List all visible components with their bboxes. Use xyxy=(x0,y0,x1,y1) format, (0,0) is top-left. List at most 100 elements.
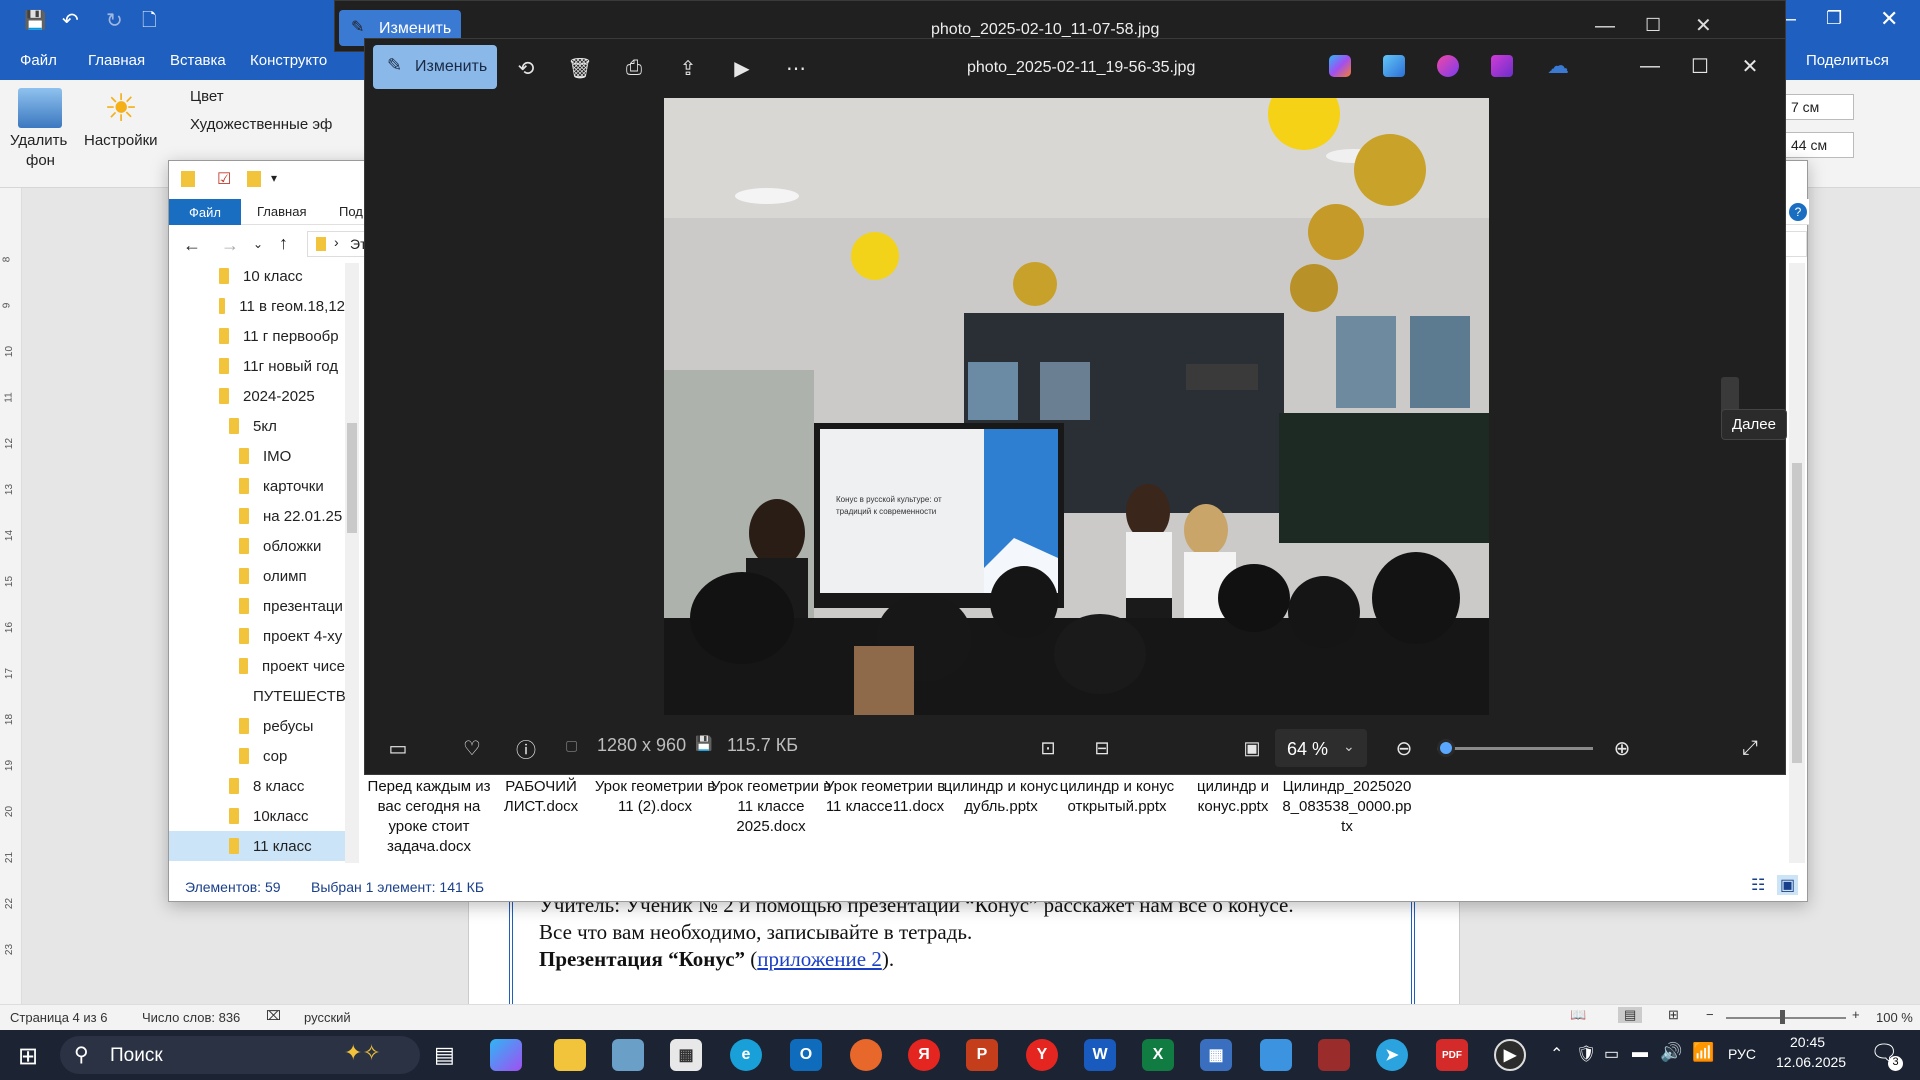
tree-folder-item[interactable]: 11 г первообр xyxy=(219,321,345,351)
tree-folder-item[interactable]: 2024-2025 xyxy=(219,381,345,411)
width-field[interactable]: 44 см xyxy=(1784,132,1854,158)
file-item[interactable]: Урок геометрии в 11 классе 2025.docx xyxy=(705,759,837,837)
filmstrip-icon[interactable]: ▭ xyxy=(383,733,413,763)
tree-folder-item[interactable]: сор xyxy=(239,741,345,771)
clock-date[interactable]: 12.06.2025 xyxy=(1776,1054,1846,1070)
maximize-icon[interactable]: ☐ xyxy=(1685,51,1715,81)
tab-file[interactable]: Файл xyxy=(20,52,57,69)
print-icon[interactable]: ⎙ xyxy=(619,53,649,83)
media-player-taskbar-icon[interactable]: ▶ xyxy=(1494,1039,1526,1071)
adjust-button[interactable]: Настройки xyxy=(84,132,158,149)
tree-folder-item[interactable]: проект 4-ху xyxy=(239,621,345,651)
start-windows-icon[interactable]: ⊞ xyxy=(18,1042,38,1071)
copilot-icon[interactable] xyxy=(1329,55,1351,77)
more-options-icon[interactable]: ⋯ xyxy=(781,53,811,83)
file-item[interactable]: Урок геометрии в 11 (2).docx xyxy=(589,759,721,817)
restore-icon[interactable]: ❐ xyxy=(1826,8,1842,29)
file-item[interactable]: цилиндр и конус.pptx xyxy=(1167,759,1299,817)
edit-button[interactable]: ✎ Изменить xyxy=(373,45,497,89)
file-item[interactable]: Цилиндр_20250208_083538_0000.pptx xyxy=(1281,759,1413,837)
back-minimize-icon[interactable]: — xyxy=(1595,15,1615,38)
zoom-out-icon[interactable]: − xyxy=(1706,1007,1714,1022)
edge-taskbar-icon[interactable]: e xyxy=(730,1039,762,1071)
close-icon[interactable]: ✕ xyxy=(1880,6,1898,32)
tree-folder-item[interactable]: 10 класс xyxy=(219,261,345,291)
text-scan-icon[interactable]: ⊟ xyxy=(1087,733,1117,763)
tree-folder-item[interactable]: карточки xyxy=(239,471,345,501)
onedrive-icon[interactable]: ☁ xyxy=(1541,51,1575,81)
explorer-tab-share[interactable]: Под xyxy=(339,204,363,219)
telegram-taskbar-icon[interactable]: ➤ xyxy=(1376,1039,1408,1071)
tree-folder-item[interactable]: презентаци xyxy=(239,591,345,621)
excel-taskbar-icon[interactable]: X xyxy=(1142,1039,1174,1071)
zoom-slider[interactable] xyxy=(1726,1017,1846,1019)
files-scrollbar[interactable] xyxy=(1789,263,1805,863)
artistic-effects-button[interactable]: Художественные эф xyxy=(190,116,332,133)
tree-folder-item[interactable]: ребусы xyxy=(239,711,345,741)
explorer-tab-file[interactable]: Файл xyxy=(169,199,241,225)
input-language[interactable]: РУС xyxy=(1728,1046,1756,1062)
photos-taskbar-icon[interactable] xyxy=(1260,1039,1292,1071)
tree-folder-item[interactable]: 8 класс xyxy=(229,771,345,801)
slideshow-icon[interactable]: ▶ xyxy=(727,53,757,83)
photo-image[interactable]: Конус в русской культуре: от традиций к … xyxy=(664,98,1489,715)
meet-now-icon[interactable]: ▭ xyxy=(1604,1044,1619,1064)
minimize-icon[interactable]: — xyxy=(1635,51,1665,81)
zoom-slider[interactable] xyxy=(1437,747,1593,750)
winrar-taskbar-icon[interactable] xyxy=(1318,1039,1350,1071)
tree-folder-item[interactable]: олимп xyxy=(239,561,345,591)
details-view-icon[interactable]: ☷ xyxy=(1751,875,1765,895)
color-button[interactable]: Цвет xyxy=(190,88,224,105)
delete-icon[interactable]: 🗑 xyxy=(565,53,595,83)
fit-to-window-icon[interactable]: ▣ xyxy=(1237,733,1267,763)
height-field[interactable]: 7 см xyxy=(1784,94,1854,120)
remove-background-label[interactable]: Удалить xyxy=(10,132,67,149)
tree-folder-item[interactable]: ПУТЕШЕСТВ xyxy=(239,681,345,711)
file-item[interactable]: РАБОЧИЙ ЛИСТ.docx xyxy=(475,759,607,817)
tree-folder-item[interactable]: IMO xyxy=(239,441,345,471)
designer-icon[interactable] xyxy=(1383,55,1405,77)
zoom-slider-thumb[interactable] xyxy=(1437,739,1456,757)
word-taskbar-icon[interactable]: W xyxy=(1084,1039,1116,1071)
share-icon[interactable]: ⇪ xyxy=(673,53,703,83)
zoom-out-icon[interactable]: ⊖ xyxy=(1389,733,1419,763)
outlook-taskbar-icon[interactable]: O xyxy=(790,1039,822,1071)
tree-folder-item[interactable]: на 22.01.25 xyxy=(239,501,345,531)
undo-icon[interactable]: ↶ xyxy=(62,8,79,33)
tree-folder-item[interactable]: 5кл xyxy=(229,411,345,441)
back-arrow-icon[interactable]: ← xyxy=(183,235,201,256)
rotate-icon[interactable]: ⟲ xyxy=(511,53,541,83)
clipchamp-icon[interactable] xyxy=(1437,55,1459,77)
tree-folder-item[interactable]: 10класс xyxy=(229,801,345,831)
battery-icon[interactable]: ▬ xyxy=(1632,1044,1648,1062)
tab-design[interactable]: Конструкто xyxy=(250,52,327,69)
proofing-icon[interactable]: ⌧ xyxy=(266,1008,281,1024)
share-button[interactable]: Поделиться xyxy=(1806,52,1889,69)
security-icon[interactable]: 🛡 xyxy=(1576,1044,1596,1064)
file-item[interactable]: цилиндр и конус дубль.pptx xyxy=(935,759,1067,817)
volume-icon[interactable]: 🔊 xyxy=(1660,1042,1682,1063)
back-maximize-icon[interactable]: ☐ xyxy=(1645,15,1661,36)
pdf-reader-taskbar-icon[interactable]: PDF xyxy=(1436,1039,1468,1071)
yandex-browser-taskbar-icon[interactable]: Я xyxy=(908,1039,940,1071)
info-icon[interactable]: ⓘ xyxy=(511,733,541,763)
calculator-taskbar-icon[interactable]: ▦ xyxy=(1200,1039,1232,1071)
quick-access-dropdown-icon[interactable]: ▾ xyxy=(271,171,277,185)
forward-arrow-icon[interactable]: → xyxy=(221,235,239,256)
file-item[interactable]: цилиндр и конус открытый.pptx xyxy=(1051,759,1183,817)
zoom-in-icon[interactable]: ⊕ xyxy=(1607,733,1637,763)
notes-taskbar-icon[interactable] xyxy=(612,1039,644,1071)
save-icon[interactable]: 💾 xyxy=(24,10,46,31)
file-explorer-taskbar-icon[interactable] xyxy=(554,1039,586,1071)
network-icon[interactable]: 📶 xyxy=(1692,1042,1714,1063)
file-item[interactable]: Урок геометрии в 11 классе11.docx xyxy=(819,759,951,817)
help-icon[interactable]: ? xyxy=(1789,203,1807,221)
back-close-icon[interactable]: ✕ xyxy=(1695,13,1712,38)
zoom-dropdown[interactable]: 64 % ⌄ xyxy=(1275,729,1367,767)
favorite-heart-icon[interactable]: ♡ xyxy=(457,733,487,763)
tab-home[interactable]: Главная xyxy=(88,52,145,69)
tab-insert[interactable]: Вставка xyxy=(170,52,226,69)
new-document-icon[interactable]: 🗋 xyxy=(142,8,156,38)
tree-folder-item[interactable]: обложки xyxy=(239,531,345,561)
tree-folder-item[interactable]: проект чисе xyxy=(239,651,345,681)
